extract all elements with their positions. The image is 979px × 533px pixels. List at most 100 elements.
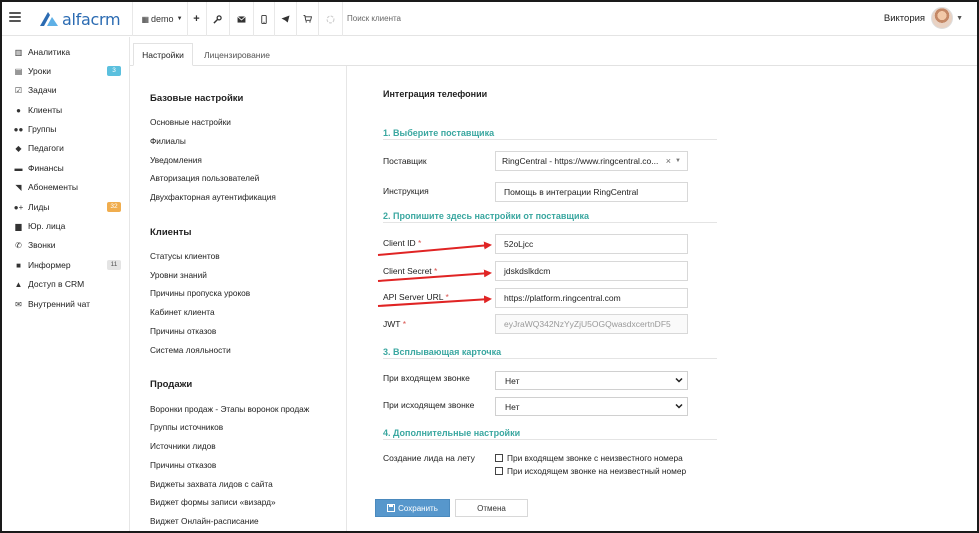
- sidebar-item-clients[interactable]: ● Клиенты: [13, 103, 123, 117]
- cart-icon: [303, 15, 312, 23]
- informer-icon: ■: [16, 260, 21, 270]
- money-icon: ▬: [14, 163, 23, 173]
- client-id-label: Client ID *: [383, 238, 421, 248]
- outgoing-call-value: Нет: [505, 401, 520, 412]
- menu-link[interactable]: Система лояльности: [150, 345, 231, 355]
- menu-link[interactable]: Причины пропуска уроков: [150, 288, 250, 298]
- logo-text: alfacrm: [62, 9, 121, 29]
- floppy-disk-icon: [387, 504, 396, 512]
- menu-link[interactable]: Виджет Онлайн-расписание: [150, 516, 259, 526]
- menu-link[interactable]: Уведомления: [150, 155, 202, 165]
- outgoing-call-select[interactable]: Нет: [495, 397, 688, 416]
- menu-link[interactable]: Основные настройки: [150, 117, 231, 127]
- outgoing-unknown-label: При исходящем звонке на неизвестный номе…: [507, 466, 687, 476]
- users-icon: ●●: [13, 124, 24, 134]
- form-title: Интеграция телефонии: [383, 89, 488, 99]
- mail-button[interactable]: [230, 2, 252, 36]
- informer-count-badge: 11: [107, 260, 121, 270]
- sidebar-item-leads[interactable]: ●+ Лиды 32: [13, 200, 123, 214]
- menu-link[interactable]: Авторизация пользователей: [150, 173, 259, 183]
- divider: [132, 2, 133, 36]
- sidebar-item-analytics[interactable]: ▥ Аналитика: [13, 45, 123, 59]
- logo[interactable]: alfacrm: [39, 9, 121, 29]
- hamburger-menu-icon[interactable]: [9, 12, 21, 24]
- menu-link[interactable]: Воронки продаж - Этапы воронок продаж: [150, 404, 309, 414]
- sidebar-item-lessons[interactable]: ▤ Уроки 3: [13, 64, 123, 78]
- settings-button[interactable]: [207, 2, 228, 36]
- sidebar-item-calls[interactable]: ✆ Звонки: [13, 238, 123, 252]
- sidebar-item-legal-entities[interactable]: ▆ Юр. лица: [13, 219, 123, 233]
- telegram-icon: [281, 15, 289, 23]
- outgoing-unknown-checkbox[interactable]: [495, 467, 503, 475]
- sidebar-item-informer[interactable]: ■ Информер 11: [13, 258, 123, 272]
- api-server-url-field[interactable]: https://platform.ringcentral.com: [495, 288, 688, 308]
- branch-selector[interactable]: ▦ demo ▼: [138, 2, 186, 36]
- sidebar-item-groups[interactable]: ●● Группы: [13, 122, 123, 136]
- sidebar-item-teachers[interactable]: ◆ Педагоги: [13, 141, 123, 155]
- menu-link[interactable]: Источники лидов: [150, 441, 216, 451]
- incoming-unknown-checkbox-row[interactable]: При входящем звонке с неизвестного номер…: [495, 453, 683, 463]
- incoming-call-value: Нет: [505, 375, 520, 386]
- client-id-field[interactable]: 52oLjcc: [495, 234, 688, 254]
- jwt-label-text: JWT: [383, 319, 401, 329]
- menu-link[interactable]: Причины отказов: [150, 460, 216, 470]
- sidebar-item-tasks[interactable]: ☑ Задачи: [13, 83, 123, 97]
- save-button[interactable]: Сохранить: [375, 499, 450, 517]
- sidebar-item-internal-chat[interactable]: ✉ Внутренний чат: [13, 297, 123, 311]
- add-button[interactable]: +: [188, 2, 205, 36]
- client-secret-label-text: Client Secret: [383, 266, 432, 276]
- lessons-count-badge: 3: [107, 66, 121, 76]
- sidebar-item-label: Педагоги: [28, 143, 64, 153]
- sidebar-item-label: Группы: [28, 124, 57, 134]
- menu-link[interactable]: Группы источников: [150, 422, 223, 432]
- sidebar-item-finance[interactable]: ▬ Финансы: [13, 161, 123, 175]
- instruction-link[interactable]: Помощь в интеграции RingCentral: [495, 182, 688, 202]
- chevron-down-icon: [675, 377, 683, 383]
- clear-icon[interactable]: ×: [666, 156, 671, 166]
- provider-select[interactable]: RingCentral - https://www.ringcentral.co…: [495, 151, 688, 171]
- client-secret-label: Client Secret *: [383, 266, 437, 276]
- required-mark: *: [434, 266, 438, 276]
- save-label: Сохранить: [398, 503, 438, 513]
- sidebar-item-label: Звонки: [28, 240, 56, 250]
- menu-link[interactable]: Двухфакторная аутентификация: [150, 192, 276, 202]
- sidebar-item-subscriptions[interactable]: ◥ Абонементы: [13, 180, 123, 194]
- incoming-call-select[interactable]: Нет: [495, 371, 688, 390]
- cancel-button[interactable]: Отмена: [455, 499, 528, 517]
- menu-link[interactable]: Статусы клиентов: [150, 251, 220, 261]
- chart-icon: ▥: [14, 47, 23, 57]
- user-menu[interactable]: Виктория ▼: [884, 7, 963, 29]
- cart-button[interactable]: [297, 2, 317, 36]
- sidebar-item-label: Задачи: [28, 85, 57, 95]
- sidebar-item-crm-access[interactable]: ▲ Доступ в CRM: [13, 277, 123, 291]
- phone-icon: [260, 14, 267, 24]
- avatar: [931, 7, 954, 29]
- telegram-button[interactable]: [275, 2, 295, 36]
- sidebar-item-label: Лиды: [28, 202, 50, 212]
- menu-link[interactable]: Уровни знаний: [150, 270, 207, 280]
- jwt-field[interactable]: eyJraWQ342NzYyZjU5OGQwasdxcertnDF5: [495, 314, 688, 334]
- top-bar: alfacrm ▦ demo ▼ + Поиск клиента Виктори…: [2, 2, 977, 36]
- branch-name: demo: [151, 14, 174, 24]
- user-icon: ●: [16, 105, 21, 115]
- client-secret-field[interactable]: jdskdslkdcm: [495, 261, 688, 281]
- menu-link[interactable]: Кабинет клиента: [150, 307, 215, 317]
- spinner-icon: [326, 15, 334, 23]
- menu-link[interactable]: Причины отказов: [150, 326, 216, 336]
- search-input[interactable]: Поиск клиента: [347, 14, 401, 23]
- instruction-label: Инструкция: [383, 186, 429, 196]
- menu-link[interactable]: Виджет формы записи «визард»: [150, 497, 276, 507]
- phone-button[interactable]: [254, 2, 273, 36]
- leads-count-badge: 32: [107, 202, 121, 212]
- menu-link[interactable]: Филиалы: [150, 136, 186, 146]
- building-icon: ▆: [15, 221, 22, 231]
- outgoing-unknown-checkbox-row[interactable]: При исходящем звонке на неизвестный номе…: [495, 466, 686, 476]
- tab-licensing[interactable]: Лицензирование: [196, 43, 278, 66]
- sidebar-item-label: Внутренний чат: [28, 299, 91, 309]
- client-id-label-text: Client ID: [383, 238, 416, 248]
- menu-link[interactable]: Виджеты захвата лидов с сайта: [150, 479, 273, 489]
- section-title-additional: 4. Дополнительные настройки: [383, 428, 717, 440]
- incoming-unknown-checkbox[interactable]: [495, 454, 503, 462]
- phone-icon: ✆: [15, 240, 22, 250]
- tab-settings[interactable]: Настройки: [133, 43, 193, 66]
